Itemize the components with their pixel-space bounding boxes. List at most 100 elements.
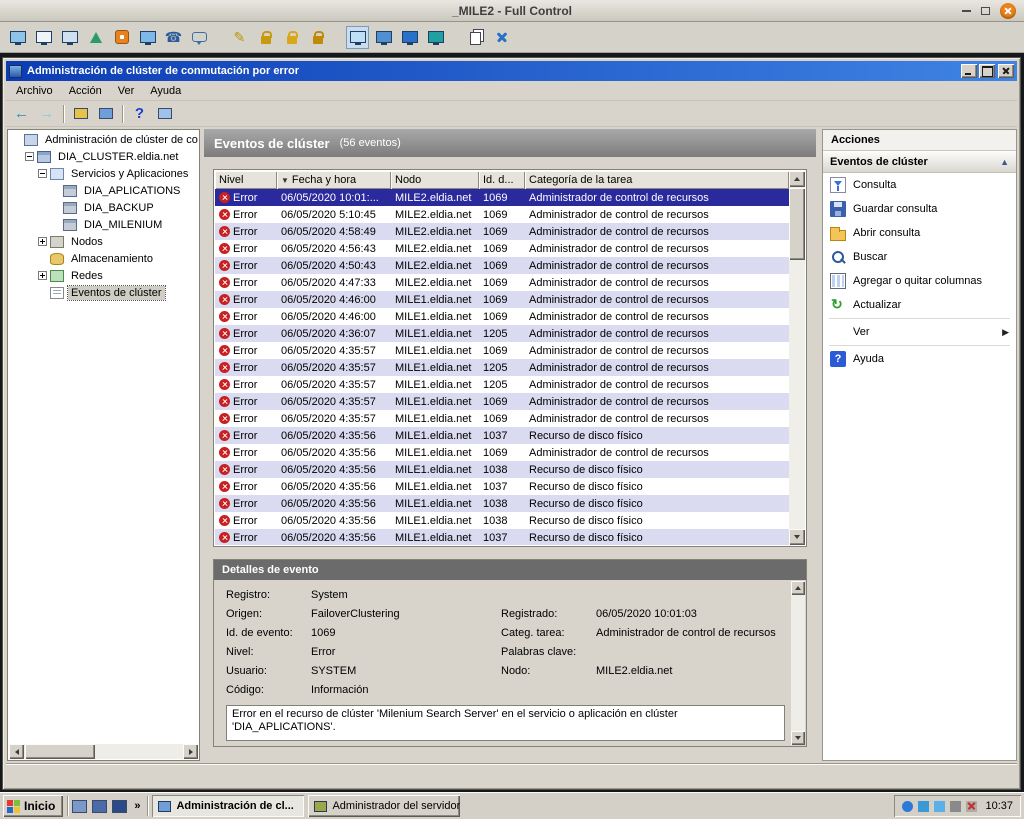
column-header-nivel[interactable]: Nivel <box>215 171 277 189</box>
quick-launch-app-icon-1[interactable] <box>72 800 87 813</box>
scroll-down-icon[interactable] <box>791 731 805 745</box>
scrollbar-thumb[interactable] <box>789 188 805 260</box>
solid-screen-icon[interactable] <box>398 26 421 49</box>
tree-item-nodos[interactable]: Nodos <box>9 233 198 250</box>
table-row[interactable]: Error06/05/2020 4:46:00MILE1.eldia.net10… <box>215 291 789 308</box>
unlock-icon[interactable] <box>306 26 329 49</box>
table-row[interactable]: Error06/05/2020 4:35:56MILE1.eldia.net10… <box>215 495 789 512</box>
table-row[interactable]: Error06/05/2020 4:35:57MILE1.eldia.net10… <box>215 410 789 427</box>
app-close-button[interactable] <box>998 64 1014 78</box>
tree-item-servicios-y-aplicaciones[interactable]: Servicios y Aplicaciones <box>9 165 198 182</box>
action-actualizar[interactable]: Actualizar <box>823 293 1016 317</box>
show-console-tree-button[interactable] <box>69 103 92 124</box>
scroll-up-icon[interactable] <box>791 581 805 595</box>
collapse-icon[interactable] <box>25 152 34 161</box>
column-header-categoría-de-la-tarea[interactable]: Categoría de la tarea <box>525 171 789 189</box>
menu-ayuda[interactable]: Ayuda <box>142 82 189 100</box>
table-row[interactable]: Error06/05/2020 4:35:57MILE1.eldia.net12… <box>215 359 789 376</box>
table-row[interactable]: Error06/05/2020 4:56:43MILE2.eldia.net10… <box>215 240 789 257</box>
remote-screen-icon[interactable] <box>6 26 29 49</box>
scroll-down-icon[interactable] <box>789 529 805 545</box>
expand-icon[interactable] <box>38 237 47 246</box>
tree-item-eventos-de-clúster[interactable]: Eventos de clúster <box>9 284 198 301</box>
table-row[interactable]: Error06/05/2020 4:35:57MILE1.eldia.net10… <box>215 342 789 359</box>
tray-volume-muted-icon[interactable] <box>966 801 977 812</box>
action-ver[interactable]: Ver▶ <box>823 320 1016 344</box>
table-row[interactable]: Error06/05/2020 4:35:56MILE1.eldia.net10… <box>215 444 789 461</box>
tree-horizontal-scrollbar[interactable] <box>9 744 198 759</box>
scrollbar-thumb[interactable] <box>25 744 95 759</box>
fullscreen-icon[interactable] <box>346 26 369 49</box>
scroll-right-icon[interactable] <box>183 744 198 759</box>
fit-window-icon[interactable] <box>372 26 395 49</box>
table-row[interactable]: Error06/05/2020 4:35:56MILE1.eldia.net10… <box>215 461 789 478</box>
help-button[interactable]: ? <box>128 103 151 124</box>
table-row[interactable]: Error06/05/2020 4:35:56MILE1.eldia.net10… <box>215 478 789 495</box>
app-titlebar[interactable]: Administración de clúster de conmutación… <box>6 61 1017 81</box>
action-buscar[interactable]: Buscar <box>823 245 1016 269</box>
action-consulta[interactable]: Consulta <box>823 173 1016 197</box>
table-row[interactable]: Error06/05/2020 4:35:56MILE1.eldia.net10… <box>215 529 789 545</box>
action-agregar-o-quitar-columnas[interactable]: Agregar o quitar columnas <box>823 269 1016 293</box>
column-header-id-d[interactable]: Id. d... <box>479 171 525 189</box>
keys-icon[interactable] <box>254 26 277 49</box>
start-button[interactable]: Inicio <box>3 795 63 817</box>
table-row[interactable]: Error06/05/2020 4:36:07MILE1.eldia.net12… <box>215 325 789 342</box>
settings-tools-icon[interactable] <box>490 26 513 49</box>
tray-update-icon[interactable] <box>902 801 913 812</box>
new-window-icon[interactable] <box>32 26 55 49</box>
table-row[interactable]: Error06/05/2020 10:01:...MILE2.eldia.net… <box>215 189 789 206</box>
table-vertical-scrollbar[interactable] <box>789 171 805 545</box>
menu-archivo[interactable]: Archivo <box>8 82 61 100</box>
action-ayuda[interactable]: Ayuda <box>823 347 1016 371</box>
phone-icon[interactable]: ☎ <box>162 26 185 49</box>
table-row[interactable]: Error06/05/2020 4:46:00MILE1.eldia.net10… <box>215 308 789 325</box>
menu-ver[interactable]: Ver <box>110 82 143 100</box>
expand-icon[interactable] <box>38 271 47 280</box>
pen-icon[interactable]: ✎ <box>228 26 251 49</box>
minimize-icon[interactable] <box>962 10 971 12</box>
maximize-icon[interactable] <box>981 7 990 15</box>
column-header-fecha-y-hora[interactable]: ▼Fecha y hora <box>277 171 391 189</box>
quick-launch-app-icon-3[interactable] <box>112 800 127 813</box>
collapse-icon[interactable]: ▲ <box>1000 157 1009 167</box>
action-guardar-consulta[interactable]: Guardar consulta <box>823 197 1016 221</box>
quick-launch-overflow-icon[interactable]: » <box>131 800 143 812</box>
tray-network-status-icon[interactable] <box>918 801 929 812</box>
refresh-screen-icon[interactable] <box>136 26 159 49</box>
table-row[interactable]: Error06/05/2020 5:10:45MILE2.eldia.net10… <box>215 206 789 223</box>
copy-icon[interactable] <box>464 26 487 49</box>
tree-item-diabackup[interactable]: DIA_BACKUP <box>9 199 198 216</box>
action-abrir-consulta[interactable]: Abrir consulta <box>823 221 1016 245</box>
quick-launch-app-icon-2[interactable] <box>92 800 107 813</box>
column-header-nodo[interactable]: Nodo <box>391 171 479 189</box>
upload-icon[interactable] <box>84 26 107 49</box>
record-icon[interactable] <box>110 26 133 49</box>
window-panes-button[interactable] <box>94 103 117 124</box>
chat-icon[interactable] <box>188 26 211 49</box>
table-row[interactable]: Error06/05/2020 4:35:57MILE1.eldia.net12… <box>215 376 789 393</box>
table-row[interactable]: Error06/05/2020 4:35:56MILE1.eldia.net10… <box>215 427 789 444</box>
actions-group-header[interactable]: Eventos de clúster ▲ <box>823 151 1016 173</box>
tray-display-icon[interactable] <box>934 801 945 812</box>
close-icon[interactable] <box>1000 3 1016 19</box>
table-row[interactable]: Error06/05/2020 4:47:33MILE2.eldia.net10… <box>215 274 789 291</box>
menu-acción[interactable]: Acción <box>61 82 110 100</box>
export-list-button[interactable] <box>153 103 176 124</box>
table-row[interactable]: Error06/05/2020 4:35:57MILE1.eldia.net10… <box>215 393 789 410</box>
tree-item-diamilenium[interactable]: DIA_MILENIUM <box>9 216 198 233</box>
table-row[interactable]: Error06/05/2020 4:50:43MILE2.eldia.net10… <box>215 257 789 274</box>
tree-item-diaclustereldianet[interactable]: DIA_CLUSTER.eldia.net <box>9 148 198 165</box>
back-button[interactable]: ← <box>10 103 33 124</box>
scroll-left-icon[interactable] <box>9 744 24 759</box>
tray-keyboard-icon[interactable] <box>950 801 961 812</box>
app-maximize-button[interactable] <box>979 64 995 78</box>
lock-icon[interactable] <box>280 26 303 49</box>
table-row[interactable]: Error06/05/2020 4:35:56MILE1.eldia.net10… <box>215 512 789 529</box>
taskbar-task-administración-de-cl[interactable]: Administración de cl... <box>152 795 304 817</box>
forward-button[interactable]: → <box>35 103 58 124</box>
details-vertical-scrollbar[interactable] <box>791 581 805 745</box>
app-minimize-button[interactable] <box>961 64 977 78</box>
tree-item-administración-de-clúster-de-conmu[interactable]: Administración de clúster de conmu <box>9 131 198 148</box>
collapse-icon[interactable] <box>38 169 47 178</box>
